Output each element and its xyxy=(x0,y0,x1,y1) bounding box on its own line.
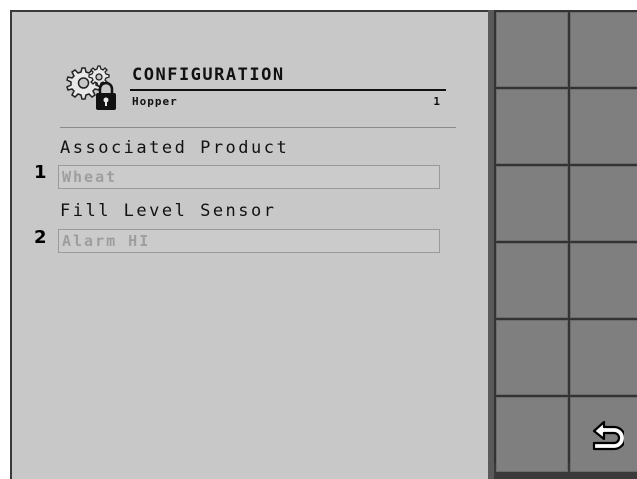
back-button[interactable] xyxy=(570,397,637,472)
field-index-2: 2 xyxy=(34,227,47,248)
softkey-10[interactable] xyxy=(570,320,637,395)
configuration-panel: CONFIGURATION Hopper 1 Associated Produc… xyxy=(12,12,488,479)
gear-lock-icon xyxy=(66,65,116,110)
title-underline xyxy=(130,89,446,91)
page-subtitle: Hopper xyxy=(132,95,178,108)
terminal-screen: CONFIGURATION Hopper 1 Associated Produc… xyxy=(10,10,637,479)
field-index-1: 1 xyxy=(34,162,47,183)
page-title: CONFIGURATION xyxy=(132,65,285,85)
softkey-4[interactable] xyxy=(570,89,637,164)
softkey-1[interactable] xyxy=(496,12,568,87)
associated-product-field[interactable]: Wheat xyxy=(58,165,440,189)
softkey-5[interactable] xyxy=(496,166,568,241)
softkey-7[interactable] xyxy=(496,243,568,318)
softkey-2[interactable] xyxy=(570,12,637,87)
associated-product-label: Associated Product xyxy=(60,138,290,158)
softkey-grid xyxy=(494,10,637,472)
softkey-9[interactable] xyxy=(496,320,568,395)
softkey-8[interactable] xyxy=(570,243,637,318)
softkey-6[interactable] xyxy=(570,166,637,241)
softkey-3[interactable] xyxy=(496,89,568,164)
return-arrow-icon xyxy=(592,420,624,450)
fill-level-sensor-field[interactable]: Alarm HI xyxy=(58,229,440,253)
subtitle-number: 1 xyxy=(433,95,440,108)
header-separator xyxy=(60,127,456,128)
page-header: CONFIGURATION Hopper 1 xyxy=(62,62,446,122)
softkey-11[interactable] xyxy=(496,397,568,472)
fill-level-sensor-label: Fill Level Sensor xyxy=(60,201,277,221)
